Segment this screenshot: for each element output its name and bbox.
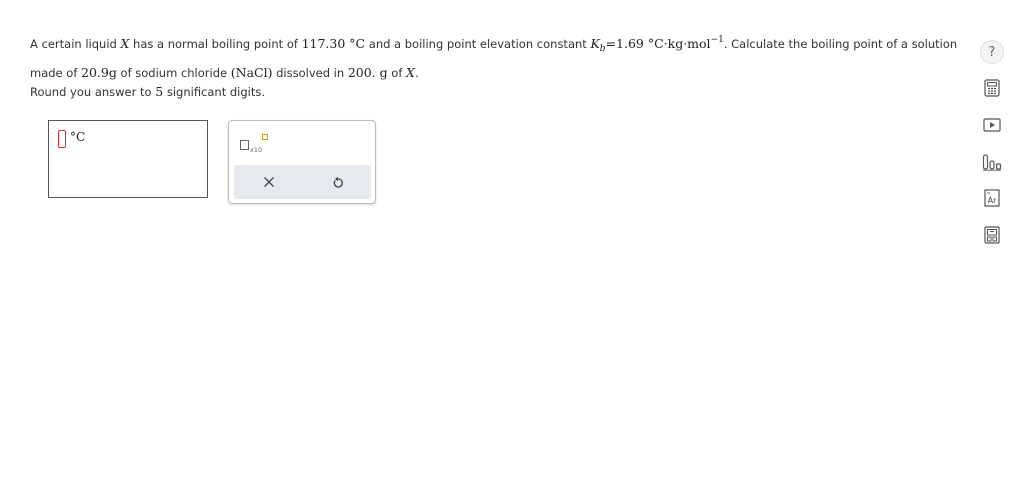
question-fragment: . Calculate the boiling point of a solut… xyxy=(723,37,958,51)
exponent-placeholder xyxy=(262,134,268,140)
scientific-notation-button[interactable]: x10 xyxy=(240,134,272,156)
calculator-button[interactable] xyxy=(978,74,1006,102)
base-placeholder xyxy=(240,140,249,150)
significant-digits-count: 5 xyxy=(155,84,164,99)
chart-button[interactable] xyxy=(978,148,1006,176)
undo-button[interactable] xyxy=(323,170,353,194)
times-ten-label: x10 xyxy=(250,146,263,154)
question-fragment: dissolved in xyxy=(276,66,345,80)
question-fragment: of xyxy=(391,66,403,80)
answer-input[interactable]: °C xyxy=(48,120,208,198)
periodic-table-button[interactable]: Ar xyxy=(978,184,1006,212)
solute-mass: 20.9g xyxy=(81,65,117,80)
kb-exponent: −1 xyxy=(710,35,724,45)
question-fragment: made of xyxy=(30,66,78,80)
variable-x: X xyxy=(120,36,130,51)
close-icon xyxy=(264,177,274,187)
question-line-1: A certain liquid X has a normal boiling … xyxy=(30,28,960,61)
help-button[interactable]: ? xyxy=(978,38,1006,66)
data-icon xyxy=(984,226,1000,244)
chemical-formula: (NaCl) xyxy=(230,65,273,80)
video-button[interactable] xyxy=(978,111,1006,139)
question-text: A certain liquid X has a normal boiling … xyxy=(30,28,960,85)
video-icon xyxy=(983,118,1001,132)
calculator-icon xyxy=(984,79,1000,97)
undo-icon xyxy=(333,176,343,188)
boiling-point-value: 117.30 °C xyxy=(301,36,366,51)
periodic-symbol: Ar xyxy=(988,196,997,205)
help-icon: ? xyxy=(980,40,1004,64)
input-cursor[interactable] xyxy=(58,130,66,148)
instruction-fragment: Round you answer to xyxy=(30,85,152,99)
kb-value: =1.69 °C·kg·mol xyxy=(605,36,711,51)
math-palette: x10 xyxy=(228,120,376,204)
data-button[interactable] xyxy=(978,221,1006,249)
solvent-mass: 200. g xyxy=(347,65,388,80)
answer-unit: °C xyxy=(70,130,86,144)
question-fragment: and a boiling point elevation constant xyxy=(368,37,587,51)
palette-action-bar xyxy=(234,165,371,199)
help-label: ? xyxy=(988,44,996,60)
question-fragment: has a normal boiling point of xyxy=(133,37,298,51)
periodic-table-icon: Ar xyxy=(984,189,1000,207)
clear-button[interactable] xyxy=(254,170,284,194)
rounding-instruction: Round you answer to 5 significant digits… xyxy=(30,80,265,104)
kb-symbol: K xyxy=(590,36,600,51)
instruction-fragment: significant digits. xyxy=(166,85,266,99)
question-fragment: of sodium chloride xyxy=(120,66,228,80)
chart-icon xyxy=(982,154,1002,171)
question-fragment: . xyxy=(414,66,419,80)
kb-expression: Kb=1.69 °C·kg·mol−1 xyxy=(590,35,724,54)
variable-x: X xyxy=(406,65,415,80)
question-fragment: A certain liquid xyxy=(30,37,117,51)
